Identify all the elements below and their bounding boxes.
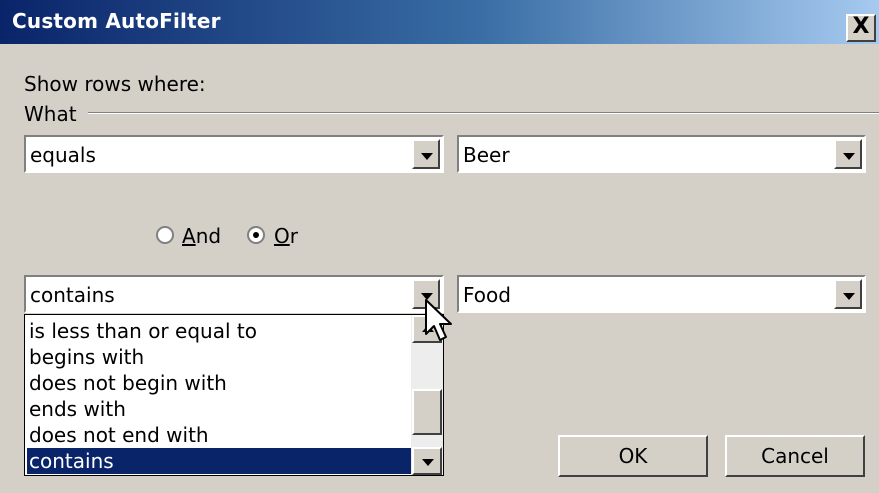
list-item[interactable]: does not end with [27,422,412,448]
scroll-down-button[interactable] [412,447,442,475]
operator-combo-1-dropdown-button[interactable] [412,139,440,169]
or-radio[interactable] [247,226,265,244]
list-item[interactable]: begins with [27,344,412,370]
and-accelerator: A [182,224,196,248]
chevron-down-icon [421,153,433,160]
title-bar[interactable]: Custom AutoFilter X [0,0,879,44]
list-item[interactable]: is less than or equal to [27,318,412,344]
or-radio-label[interactable]: Or [274,224,298,248]
and-label-rest: nd [195,224,222,248]
close-button[interactable]: X [846,14,876,42]
list-item[interactable]: ends with [27,396,412,422]
window-title: Custom AutoFilter [12,9,221,33]
value-combo-1-value: Beer [463,143,510,167]
ok-button[interactable]: OK [558,435,708,477]
show-rows-label: Show rows where: [24,72,206,96]
or-accelerator: O [274,224,290,248]
mouse-pointer-icon [425,299,452,341]
custom-autofilter-dialog: Custom AutoFilter X Show rows where: Wha… [0,0,879,493]
scrollbar-thumb[interactable] [412,389,442,435]
operator-combo-1-value: equals [30,143,96,167]
operator-combo-2-value: contains [30,283,115,307]
group-separator-highlight [88,113,879,114]
operator-combo-1[interactable]: equals [24,135,444,173]
operator-dropdown-list[interactable]: is less than or equal to begins with doe… [24,314,444,476]
what-group-label: What [24,102,77,126]
value-combo-2-dropdown-button[interactable] [834,279,862,309]
list-item-selected[interactable]: contains [27,448,412,474]
value-combo-2-value: Food [463,283,511,307]
value-combo-2[interactable]: Food [457,275,866,313]
chevron-down-icon [422,459,434,466]
operator-combo-2[interactable]: contains [24,275,444,313]
chevron-down-icon [843,293,855,300]
list-item[interactable]: does not begin with [27,370,412,396]
or-label-rest: r [289,224,298,248]
cancel-button[interactable]: Cancel [725,435,865,477]
radio-selected-dot [253,232,259,238]
and-radio-label[interactable]: And [182,224,221,248]
value-combo-1[interactable]: Beer [457,135,866,173]
close-icon: X [852,14,870,39]
chevron-down-icon [843,153,855,160]
and-radio[interactable] [156,226,174,244]
value-combo-1-dropdown-button[interactable] [834,139,862,169]
